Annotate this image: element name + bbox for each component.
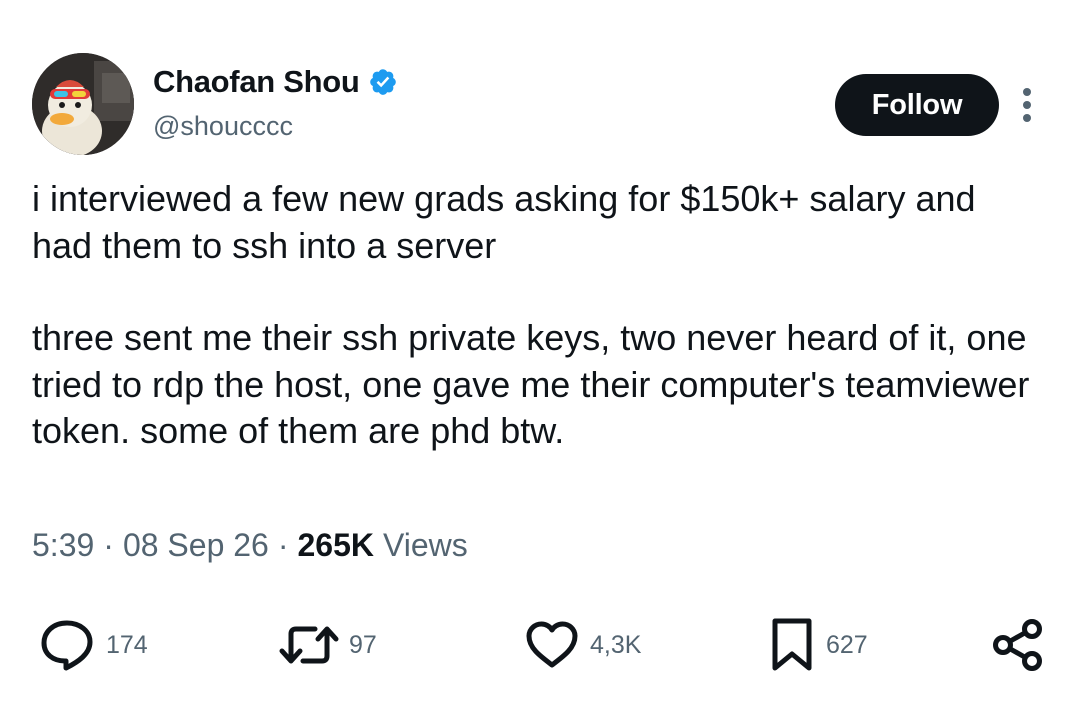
meta-separator: ·	[277, 527, 289, 563]
like-count: 4,3K	[590, 630, 642, 659]
reply-button[interactable]: 174	[38, 610, 148, 680]
repost-icon	[279, 626, 339, 664]
repost-button[interactable]: 97	[279, 610, 377, 680]
share-button[interactable]	[990, 610, 1046, 680]
tweet-paragraph: three sent me their ssh private keys, tw…	[32, 317, 1040, 451]
views-count: 265K	[297, 527, 375, 563]
bookmark-icon	[772, 618, 812, 671]
share-icon	[993, 619, 1042, 671]
reply-count: 174	[106, 630, 148, 659]
duck-avatar-icon	[32, 53, 134, 155]
avatar[interactable]	[32, 53, 134, 155]
author-handle[interactable]: @shoucccc	[153, 111, 293, 142]
author-display-name[interactable]: Chaofan Shou	[153, 64, 360, 100]
author-name-row[interactable]: Chaofan Shou	[153, 62, 398, 102]
tweet-meta: 5:39 · 08 Sep 26 · 265K Views	[32, 527, 468, 564]
more-options-button[interactable]	[1011, 84, 1043, 126]
tweet-date[interactable]: 08 Sep 26	[123, 527, 269, 564]
more-vertical-icon	[1023, 88, 1031, 122]
action-bar: 174 97 4,3K 627	[0, 610, 1077, 680]
like-button[interactable]: 4,3K	[524, 610, 641, 680]
heart-icon	[526, 621, 578, 668]
bookmark-button[interactable]: 627	[768, 610, 868, 680]
views-label: Views	[383, 527, 468, 563]
verified-badge-icon	[369, 69, 396, 95]
tweet-time[interactable]: 5:39	[32, 527, 94, 564]
follow-button[interactable]: Follow	[835, 74, 999, 136]
bookmark-count: 627	[826, 630, 868, 659]
reply-icon	[41, 620, 93, 671]
meta-separator: ·	[103, 527, 114, 563]
tweet-paragraph: i interviewed a few new grads asking for…	[32, 178, 986, 266]
tweet-body: i interviewed a few new grads asking for…	[32, 176, 1042, 455]
repost-count: 97	[349, 630, 377, 659]
